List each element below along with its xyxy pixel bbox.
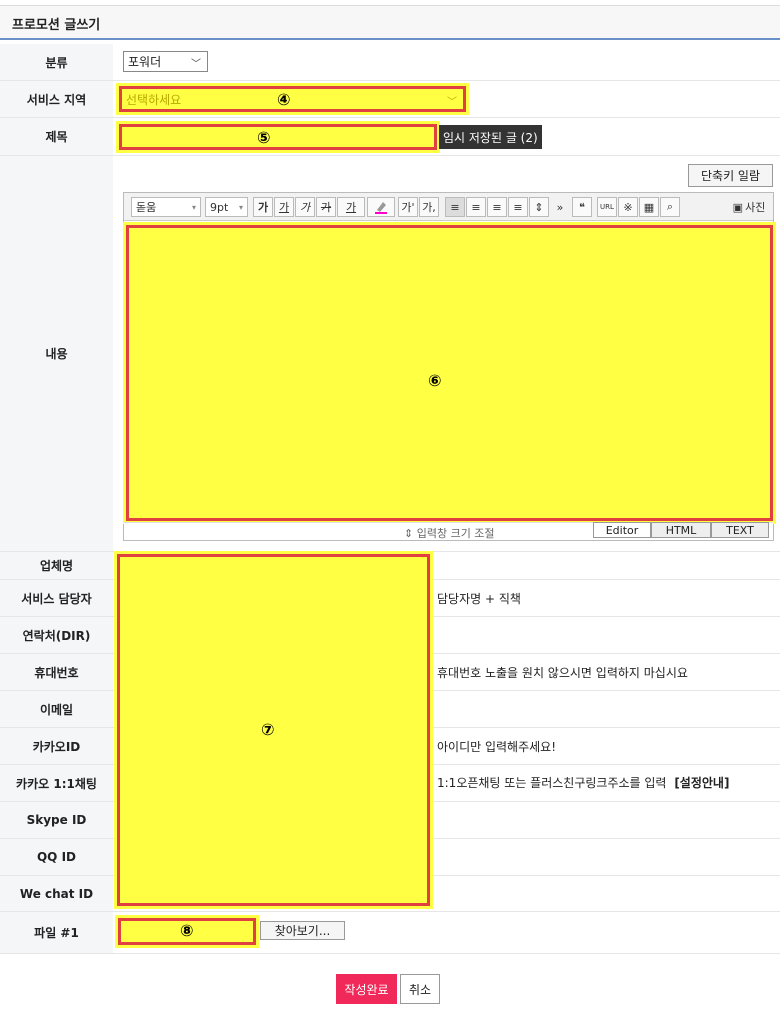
page-title: 프로모션 글쓰기 [12, 18, 101, 33]
photo-label: 사진 [745, 201, 766, 214]
special-char-button[interactable]: ※ [618, 197, 638, 217]
url-button[interactable]: URL [597, 197, 617, 217]
superscript-button[interactable]: 가' [398, 197, 418, 217]
region-select[interactable]: 선택하세요 ﹀ [116, 83, 469, 115]
skype-label: Skype ID [0, 802, 113, 839]
mobile-note: 휴대번호 노출을 원치 않으시면 입력하지 마십시요 [437, 666, 688, 680]
font-size-select[interactable]: 9pt ▾ [205, 197, 248, 217]
kakao-chat-note: 1:1오픈채팅 또는 플러스친구링크주소를 입력 [설정안내] [437, 774, 729, 791]
marker-7: ⑦ [261, 720, 275, 739]
photo-button[interactable]: ▣ 사진 [727, 197, 771, 217]
align-justify-icon[interactable]: ≡ [508, 197, 528, 217]
marker-4: ④ [277, 90, 291, 109]
file-label: 파일 #1 [0, 912, 113, 954]
page-header: 프로모션 글쓰기 [0, 5, 780, 40]
shortcut-list-button[interactable]: 단축키 일람 [688, 164, 773, 187]
region-label: 서비스 지역 [0, 81, 113, 118]
quote-button[interactable]: ❝ [572, 197, 592, 217]
marker-8: ⑧ [180, 921, 194, 940]
browse-button[interactable]: 찾아보기... [260, 921, 345, 940]
marker-5: ⑤ [257, 128, 271, 147]
camera-icon: ▣ [732, 200, 744, 214]
subject-input[interactable] [116, 121, 440, 153]
kakao-chat-label: 카카오 1:1채팅 [0, 765, 113, 802]
font-family-value: 돋움 [136, 201, 157, 214]
kakao-id-note: 아이디만 입력해주세요! [437, 740, 557, 754]
editor-resize-handle[interactable]: ⇕ 입력창 크기 조절 [404, 525, 495, 541]
company-label: 업체명 [0, 552, 113, 580]
chevron-down-icon: ▾ [238, 202, 243, 212]
subscript-button[interactable]: 가, [419, 197, 439, 217]
mode-html-tab[interactable]: HTML [651, 522, 711, 538]
font-size-value: 9pt [210, 200, 229, 214]
marker-6: ⑥ [428, 371, 442, 390]
contact-label: 연락처(DIR) [0, 617, 113, 654]
line-height-icon[interactable]: ⇕ [529, 197, 549, 217]
italic-button[interactable]: 가 [295, 197, 315, 217]
manager-label: 서비스 담당자 [0, 580, 113, 617]
strike-button[interactable]: 가 [316, 197, 336, 217]
region-placeholder: 선택하세요 [126, 92, 182, 107]
more-icon[interactable]: » [553, 197, 567, 217]
category-label: 분류 [0, 44, 113, 81]
kakao-chat-guide-link[interactable]: [설정안내] [674, 776, 729, 790]
category-row [113, 44, 780, 81]
category-value: 포워더 [128, 55, 162, 69]
font-family-select[interactable]: 돋움 ▾ [131, 197, 201, 217]
bold-button[interactable]: 가 [253, 197, 273, 217]
chevron-down-icon: ﹀ [447, 97, 457, 108]
content-editor-area[interactable] [123, 222, 776, 524]
chevron-down-icon: ▾ [191, 202, 196, 212]
email-label: 이메일 [0, 691, 113, 728]
chevron-down-icon: ﹀ [191, 59, 201, 70]
kakao-chat-note-text: 1:1오픈채팅 또는 플러스친구링크주소를 입력 [437, 776, 667, 790]
temp-saved-button[interactable]: 임시 저장된 글 (2) [439, 125, 542, 149]
underline-button[interactable]: 가 [274, 197, 294, 217]
align-right-icon[interactable]: ≡ [487, 197, 507, 217]
mode-editor-tab[interactable]: Editor [593, 522, 651, 538]
highlight-color-icon[interactable] [367, 197, 395, 217]
manager-note: 담당자명 + 직책 [437, 592, 521, 606]
qq-label: QQ ID [0, 839, 113, 876]
table-icon[interactable]: ▦ [639, 197, 659, 217]
align-left-icon[interactable]: ≡ [445, 197, 465, 217]
mobile-label: 휴대번호 [0, 654, 113, 691]
wechat-label: We chat ID [0, 876, 113, 912]
cancel-button[interactable]: 취소 [400, 974, 440, 1004]
font-color-button[interactable]: 가 [337, 197, 365, 217]
content-label: 내용 [0, 156, 113, 552]
category-select[interactable]: 포워더 ﹀ [123, 51, 208, 72]
mode-text-tab[interactable]: TEXT [711, 522, 769, 538]
submit-button[interactable]: 작성완료 [336, 974, 397, 1004]
kakao-id-label: 카카오ID [0, 728, 113, 765]
search-icon[interactable]: ⌕ [660, 197, 680, 217]
subject-label: 제목 [0, 118, 113, 156]
align-center-icon[interactable]: ≡ [466, 197, 486, 217]
